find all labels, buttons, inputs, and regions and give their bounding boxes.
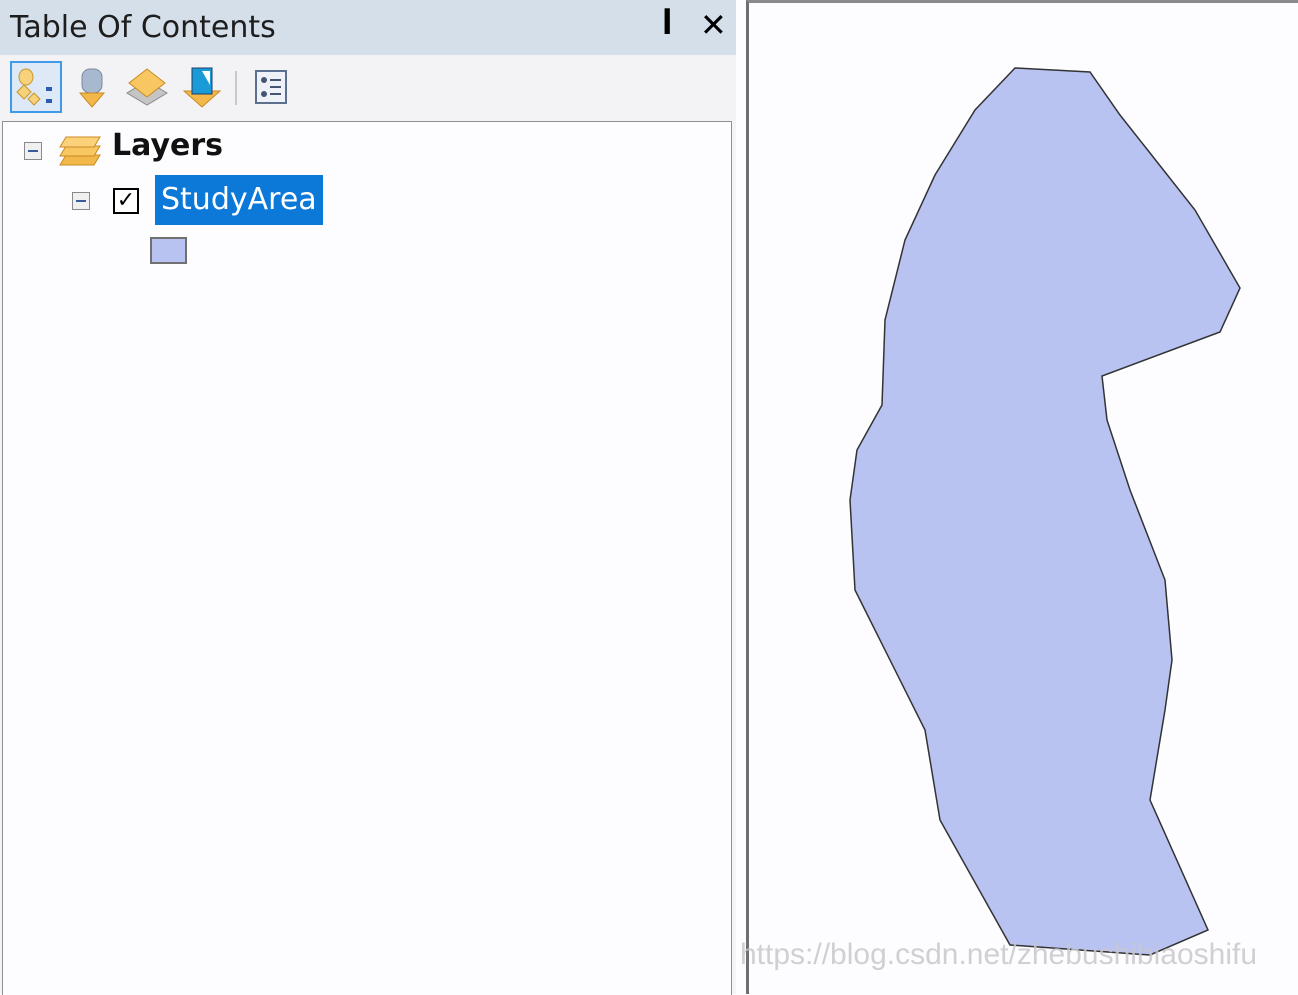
pin-icon[interactable]: ꟾ <box>662 8 672 41</box>
map-view[interactable] <box>746 0 1298 994</box>
watermark: https://blog.csdn.net/zhebushibiaoshifu <box>740 938 1258 971</box>
close-icon[interactable]: ✕ <box>700 6 727 44</box>
